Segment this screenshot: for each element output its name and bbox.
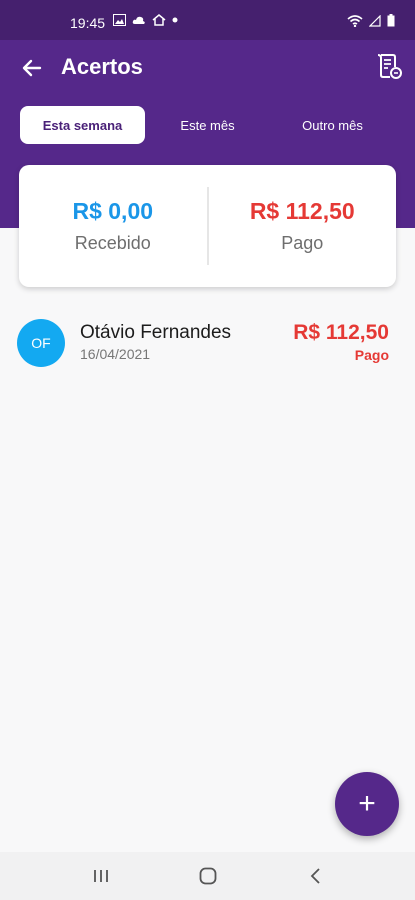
notification-icons	[113, 14, 178, 26]
back-button[interactable]	[18, 54, 46, 82]
paid-label: Pago	[281, 233, 324, 253]
status-time: 19:45	[70, 15, 106, 31]
paid-summary: R$ 112,50 Pago	[209, 165, 397, 287]
receipt-icon	[377, 54, 402, 79]
home-icon	[152, 14, 166, 26]
received-amount: R$ 0,00	[72, 198, 154, 224]
tab-other-month[interactable]: Outro mês	[270, 106, 395, 144]
dot-icon	[172, 17, 178, 23]
settlement-date: 16/04/2021	[80, 346, 151, 362]
arrow-left-icon	[22, 59, 42, 77]
list-item[interactable]: OF Otávio Fernandes 16/04/2021 R$ 112,50…	[0, 312, 415, 374]
period-tabs: Esta semana Este mês Outro mês	[20, 106, 395, 144]
received-label: Recebido	[74, 233, 151, 253]
settlement-name: Otávio Fernandes	[80, 322, 232, 343]
image-icon	[113, 14, 126, 26]
system-icons	[347, 14, 395, 27]
page-title: Acertos	[61, 54, 143, 79]
report-button[interactable]	[375, 52, 403, 80]
wifi-icon	[347, 14, 363, 27]
paid-amount: R$ 112,50	[249, 198, 355, 224]
signal-icon	[369, 14, 381, 27]
cloud-icon	[132, 16, 145, 24]
battery-icon	[387, 14, 395, 27]
home-circle-icon	[199, 867, 217, 885]
tab-this-month[interactable]: Este mês	[145, 106, 270, 144]
home-button[interactable]	[196, 864, 220, 888]
tab-this-week[interactable]: Esta semana	[20, 106, 145, 144]
received-summary: R$ 0,00 Recebido	[19, 165, 207, 287]
system-nav-bar	[0, 852, 415, 900]
settlement-list: OF Otávio Fernandes 16/04/2021 R$ 112,50…	[0, 312, 415, 374]
avatar: OF	[17, 319, 65, 367]
add-button[interactable]: +	[335, 772, 399, 836]
status-badge: Pago	[354, 347, 389, 363]
recents-button[interactable]	[89, 864, 113, 888]
status-bar: 19:45	[0, 0, 415, 40]
settlement-amount: R$ 112,50	[293, 321, 389, 344]
recents-icon	[94, 870, 108, 882]
summary-card: R$ 0,00 Recebido R$ 112,50 Pago	[19, 165, 396, 287]
back-nav-button[interactable]	[304, 864, 328, 888]
chevron-left-icon	[310, 868, 320, 884]
